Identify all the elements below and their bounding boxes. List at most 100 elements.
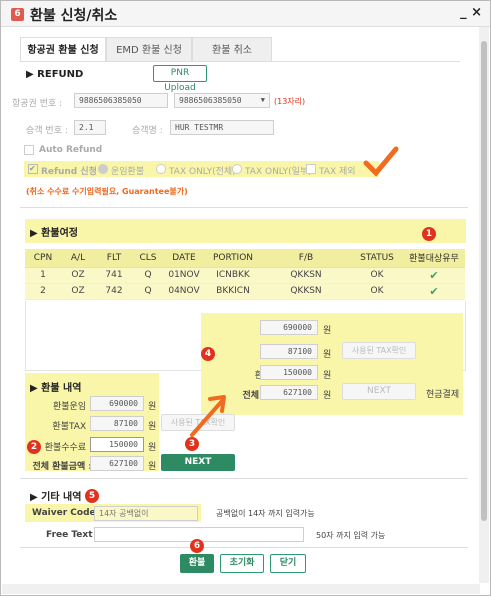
- window-controls: _ ×: [460, 5, 482, 20]
- tax-only-all-label: TAX ONLY(전체): [169, 167, 236, 177]
- passenger-name-input[interactable]: HUR TESTMR: [170, 120, 274, 135]
- minimize-button[interactable]: _: [460, 5, 467, 20]
- refund-section-header: ▶ REFUND: [26, 69, 84, 80]
- itinerary-section-header: ▶ 환불여정: [30, 228, 78, 239]
- refund-notice: (취소 수수료 수기입력필요, Guarantee불가): [26, 187, 188, 196]
- col-airline: A/L: [61, 249, 95, 268]
- cell: BKKICN: [205, 283, 261, 300]
- details-total-input[interactable]: 627100: [90, 456, 144, 471]
- refund-target-check[interactable]: ✔: [403, 283, 465, 300]
- pnr-upload-button[interactable]: PNR Upload: [153, 65, 207, 93]
- popup-next-button[interactable]: NEXT: [342, 383, 416, 400]
- close-dialog-button[interactable]: 닫기: [270, 554, 306, 573]
- details-tax-label: 환불TAX :: [52, 422, 92, 432]
- fare-refund-radio[interactable]: [98, 164, 108, 174]
- table-row[interactable]: 2 OZ 742 Q 04NOV BKKICN QKKSN OK ✔: [25, 283, 465, 300]
- ticket-number-hint: (13자리): [274, 97, 306, 106]
- details-fee-unit: 원: [148, 443, 157, 453]
- section-divider: [20, 547, 468, 548]
- passenger-name-label: 승객명 :: [132, 126, 163, 136]
- chevron-down-icon: ▼: [260, 96, 265, 104]
- step-badge-3: 3: [185, 437, 199, 451]
- popup-tax-check-button[interactable]: 사용된 TAX확인: [342, 342, 416, 359]
- free-text-hint: 50자 까지 입력 가능: [316, 531, 386, 540]
- check-icon: ✔: [429, 284, 439, 298]
- arrow-up-right-icon: [190, 395, 226, 437]
- tax-except-checkbox[interactable]: [306, 164, 316, 174]
- details-section-header: ▶ 환불 내역: [30, 383, 82, 394]
- cell: OK: [351, 283, 403, 300]
- section-divider: [20, 478, 468, 479]
- step-badge-6: 6: [190, 539, 204, 553]
- itinerary-header-highlight: [25, 219, 466, 243]
- cell: 2: [25, 283, 61, 300]
- details-total-unit: 원: [148, 462, 157, 472]
- col-status: STATUS: [351, 249, 403, 268]
- cell: OZ: [61, 267, 95, 284]
- tab-emd-refund[interactable]: EMD 환불 신청: [106, 37, 192, 62]
- reset-button[interactable]: 초기화: [220, 554, 264, 573]
- popup-total-unit: 원: [323, 391, 332, 401]
- cell: 04NOV: [163, 283, 205, 300]
- cell: Q: [133, 267, 163, 284]
- fare-refund-label: 운임환불: [111, 167, 145, 177]
- popup-fee-unit: 원: [323, 371, 332, 381]
- details-tax-input[interactable]: 87100: [90, 416, 144, 431]
- cell: 741: [95, 267, 133, 284]
- checkmark-arrow-icon: [363, 146, 399, 177]
- free-text-label: Free Text :: [46, 530, 100, 540]
- col-cpn: CPN: [25, 249, 61, 268]
- table-row[interactable]: 1 OZ 741 Q 01NOV ICNBKK QKKSN OK ✔: [25, 267, 465, 284]
- step-badge-5: 5: [85, 489, 99, 503]
- ticket-number-label: 항공권 번호 :: [12, 99, 63, 109]
- col-class: CLS: [133, 249, 163, 268]
- passenger-seq-input[interactable]: 2.1: [74, 120, 106, 135]
- ticket-number-select[interactable]: 9886506385050 ▼: [174, 93, 270, 108]
- refund-target-check[interactable]: ✔: [403, 267, 465, 284]
- section-divider: [20, 207, 468, 208]
- refund-apply-checkbox[interactable]: ✔: [28, 164, 38, 174]
- col-portion: PORTION: [205, 249, 261, 268]
- cell: OK: [351, 267, 403, 284]
- tax-only-all-radio[interactable]: [156, 164, 166, 174]
- next-button[interactable]: NEXT: [161, 454, 235, 471]
- main-content: 항공권 환불 신청 EMD 환불 신청 환불 취소 ▶ REFUND PNR U…: [10, 27, 478, 583]
- auto-refund-label: Auto Refund: [39, 145, 103, 155]
- popup-fare-unit: 원: [323, 326, 332, 336]
- col-refund-target: 환불대상유무: [403, 249, 465, 268]
- window-title: 환불 신청/취소: [30, 8, 118, 24]
- horizontal-scrollbar[interactable]: [2, 584, 480, 594]
- close-button[interactable]: ×: [471, 5, 482, 20]
- ticket-number-select-value: 9886506385050: [179, 96, 242, 105]
- cell: QKKSN: [261, 267, 351, 284]
- scrollbar-thumb[interactable]: [481, 41, 487, 521]
- cash-payment-label: 현금결제: [426, 390, 460, 400]
- cell: 1: [25, 267, 61, 284]
- popup-fee-input[interactable]: 150000: [260, 365, 318, 380]
- vertical-scrollbar[interactable]: [479, 27, 489, 583]
- details-fare-input[interactable]: 690000: [90, 396, 144, 411]
- popup-tax-input[interactable]: 87100: [260, 344, 318, 359]
- waiver-code-hint: 공백없이 14자 까지 입력가능: [216, 509, 315, 518]
- popup-fare-input[interactable]: 690000: [260, 320, 318, 335]
- popup-total-input[interactable]: 627100: [260, 385, 318, 400]
- etc-section-header: ▶ 기타 내역: [30, 492, 82, 503]
- refund-button[interactable]: 환불: [180, 554, 214, 573]
- tab-refund-cancel[interactable]: 환불 취소: [192, 37, 272, 62]
- details-fare-label: 환불운임 :: [52, 402, 92, 412]
- tax-only-part-label: TAX ONLY(일부): [245, 167, 312, 177]
- tab-ticket-refund[interactable]: 항공권 환불 신청: [20, 37, 106, 62]
- waiver-code-input[interactable]: [94, 506, 198, 521]
- details-fare-unit: 원: [148, 402, 157, 412]
- popup-tax-unit: 원: [323, 350, 332, 360]
- tax-only-part-radio[interactable]: [232, 164, 242, 174]
- ticket-number-input[interactable]: 9886506385050: [74, 93, 168, 108]
- refund-window: 6 환불 신청/취소 _ × 항공권 환불 신청 EMD 환불 신청 환불 취소…: [0, 0, 491, 596]
- cell: QKKSN: [261, 283, 351, 300]
- auto-refund-checkbox[interactable]: [24, 145, 34, 155]
- refund-apply-label: Refund 신청: [41, 167, 97, 177]
- cell: OZ: [61, 283, 95, 300]
- app-icon: 6: [11, 8, 24, 21]
- tax-except-label: TAX 제외: [319, 167, 356, 177]
- details-fee-input[interactable]: 150000: [90, 437, 144, 452]
